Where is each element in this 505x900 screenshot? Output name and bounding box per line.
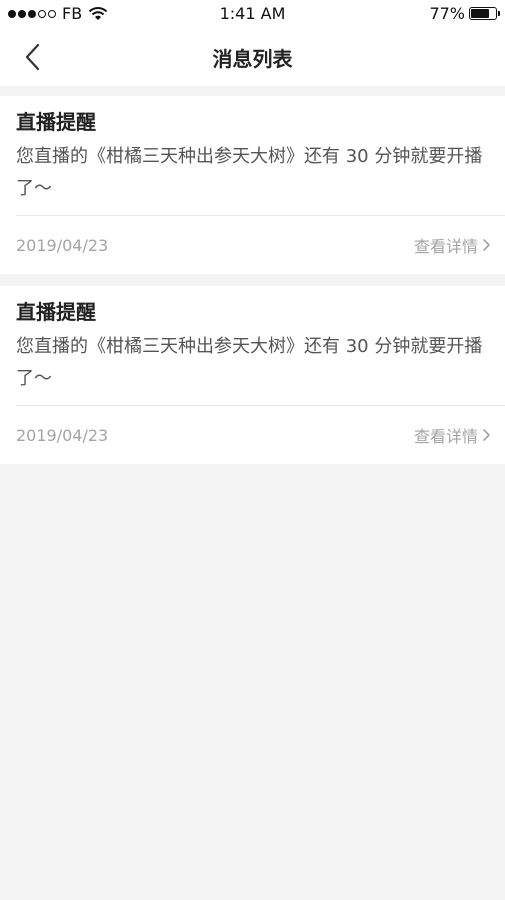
chevron-right-icon	[483, 429, 490, 441]
battery-percentage: 77%	[429, 4, 465, 23]
view-details-label: 查看详情	[413, 237, 478, 256]
message-footer: 2019/04/23 查看详情	[0, 216, 505, 274]
nav-bar: 消息列表	[0, 28, 505, 86]
view-details-label: 查看详情	[413, 427, 478, 446]
message-card[interactable]: 直播提醒 您直播的《柑橘三天种出参天大树》还有 30 分钟就要开播了～ 2019…	[0, 286, 505, 464]
message-title: 直播提醒	[16, 300, 96, 324]
status-bar: FB 1:41 AM 77%	[0, 0, 505, 28]
message-date: 2019/04/23	[16, 235, 109, 255]
message-card[interactable]: 直播提醒 您直播的《柑橘三天种出参天大树》还有 30 分钟就要开播了～ 2019…	[0, 96, 505, 274]
message-list: 直播提醒 您直播的《柑橘三天种出参天大树》还有 30 分钟就要开播了～ 2019…	[0, 96, 505, 476]
view-details-link[interactable]: 查看详情	[414, 233, 491, 257]
status-right: 77%	[429, 4, 500, 23]
message-content: 您直播的《柑橘三天种出参天大树》还有 30 分钟就要开播了～	[16, 336, 483, 389]
chevron-right-icon	[483, 239, 490, 251]
message-title: 直播提醒	[16, 110, 96, 134]
message-body: 直播提醒 您直播的《柑橘三天种出参天大树》还有 30 分钟就要开播了～	[0, 286, 505, 405]
message-footer: 2019/04/23 查看详情	[0, 406, 505, 464]
message-date: 2019/04/23	[16, 425, 109, 445]
page-title: 消息列表	[212, 47, 293, 71]
view-details-link[interactable]: 查看详情	[414, 423, 491, 447]
message-content: 您直播的《柑橘三天种出参天大树》还有 30 分钟就要开播了～	[16, 146, 483, 199]
battery-icon	[469, 7, 500, 20]
message-body: 直播提醒 您直播的《柑橘三天种出参天大树》还有 30 分钟就要开播了～	[0, 96, 505, 215]
battery-fill	[471, 9, 489, 18]
